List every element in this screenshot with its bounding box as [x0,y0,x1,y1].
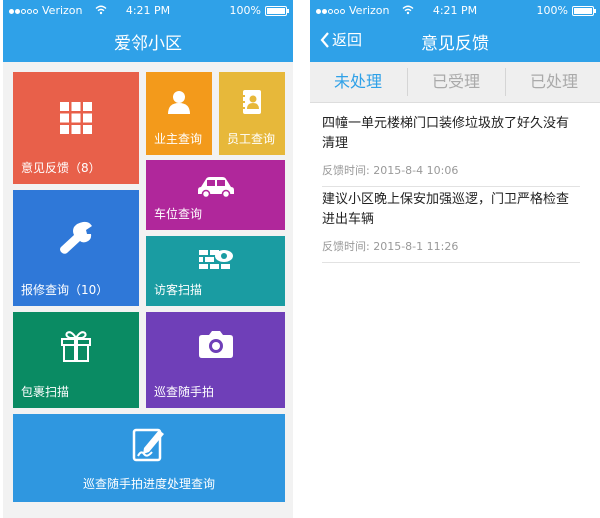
tile-repair-query[interactable]: 报修查询（10） [13,190,139,306]
feedback-time: 反馈时间: 2015-8-1 11:26 [322,240,459,253]
tile-owner-label: 业主查询 [154,132,203,146]
status-bar: Verizon 4:21 PM 100% [3,4,293,18]
feedback-text: 建议小区晚上保安加强巡逻，门卫严格检查进出车辆 [322,192,570,227]
home-header: Verizon 4:21 PM 100% 爱邻小区 [3,0,293,62]
tile-owner-query[interactable]: 业主查询 [146,72,212,155]
edit-icon [132,428,164,462]
tab-accepted[interactable]: 已受理 [408,62,504,102]
tile-repair-label: 报修查询（10） [21,283,109,297]
page-title: 爱邻小区 [114,34,182,54]
feedback-header: Verizon 4:21 PM 100% 返回 意见反馈 [310,0,600,62]
list-item[interactable]: 四幢一单元楼梯门口装修垃圾放了好久没有清理 反馈时间: 2015-8-4 10:… [322,114,580,187]
tab-unprocessed[interactable]: 未处理 [310,62,406,102]
camera-icon [198,331,233,358]
battery-icon [572,5,596,16]
tile-parking-label: 车位查询 [154,207,203,221]
tile-progress-query[interactable]: 巡查随手拍进度处理查询 [13,414,285,502]
tile-patrol-photo[interactable]: 巡查随手拍 [146,312,285,408]
tile-feedback-label: 意见反馈（8） [21,161,101,175]
tile-progress-label: 巡查随手拍进度处理查询 [82,477,215,491]
feedback-text: 四幢一单元楼梯门口装修垃圾放了好久没有清理 [322,116,570,151]
status-bar: Verizon 4:21 PM 100% [310,4,600,18]
feedback-screen: Verizon 4:21 PM 100% 返回 意见反馈 未处理 已受理 已处理… [310,0,600,518]
battery-percent: 100% [229,4,261,17]
contact-book-icon [242,90,261,114]
tile-patrol-label: 巡查随手拍 [154,385,215,399]
page-title: 意见反馈 [421,34,489,54]
car-icon [197,177,234,198]
tab-processed[interactable]: 已处理 [506,62,600,102]
battery-icon [265,5,289,16]
gift-icon [61,331,91,362]
person-icon [168,91,190,114]
tile-parking-query[interactable]: 车位查询 [146,160,285,230]
status-tabs: 未处理 已受理 已处理 [310,62,600,103]
feedback-time: 反馈时间: 2015-8-4 10:06 [322,164,459,177]
wrench-icon [60,221,92,254]
tile-visitor-label: 访客扫描 [154,283,203,297]
grid-icon [60,102,92,134]
tile-staff-query[interactable]: 员工查询 [219,72,285,155]
tile-parcel-scan[interactable]: 包裹扫描 [13,312,139,408]
home-screen: Verizon 4:21 PM 100% 爱邻小区 意见反馈（8） 业主查询 员… [3,0,293,518]
list-item[interactable]: 建议小区晚上保安加强巡逻，门卫严格检查进出车辆 反馈时间: 2015-8-1 1… [322,190,580,263]
battery-percent: 100% [536,4,568,17]
tile-feedback[interactable]: 意见反馈（8） [13,72,139,184]
wall-eye-icon [198,250,233,269]
tile-visitor-scan[interactable]: 访客扫描 [146,236,285,306]
tile-parcel-label: 包裹扫描 [21,385,70,399]
tile-staff-label: 员工查询 [227,132,276,146]
